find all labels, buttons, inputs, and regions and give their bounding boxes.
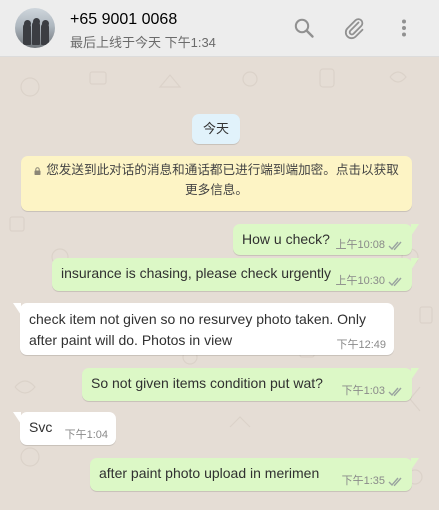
double-check-icon — [388, 241, 402, 250]
message-text: Svc — [29, 419, 53, 435]
message-text: after paint photo upload in merimen — [99, 465, 320, 481]
message-text-line: after paint will do. Photos in view — [29, 332, 233, 348]
message-text: How u check? — [242, 231, 330, 247]
message-meta: 上午10:30 — [335, 275, 404, 287]
search-icon[interactable] — [292, 16, 316, 40]
bubble-tail — [411, 458, 419, 470]
message-time: 下午1:04 — [64, 429, 108, 441]
message-time: 下午1:35 — [341, 475, 385, 487]
message-bubble-outgoing[interactable]: So not given items condition put wat? 下午… — [82, 368, 419, 401]
message-meta: 下午12:49 — [336, 339, 386, 351]
message-time: 上午10:30 — [335, 275, 385, 287]
avatar-figure — [41, 23, 49, 45]
message-text: check item not given so no resurvey phot… — [29, 309, 366, 351]
message-text: So not given items condition put wat? — [91, 375, 323, 391]
message-meta: 下午1:03 — [342, 385, 404, 397]
bubble-tail — [13, 303, 21, 315]
avatar-figure — [23, 23, 31, 45]
message-meta: 下午1:04 — [65, 429, 108, 441]
message-time: 下午12:49 — [336, 339, 386, 351]
double-check-icon — [388, 387, 402, 396]
menu-icon[interactable] — [392, 16, 416, 40]
bubble-tail — [13, 412, 21, 424]
double-check-icon — [388, 277, 402, 286]
message-bubble-outgoing[interactable]: How u check? 上午10:08 — [233, 224, 419, 255]
contact-avatar[interactable] — [15, 8, 55, 48]
avatar-figure — [32, 21, 40, 45]
bubble-tail — [411, 368, 419, 380]
message-bubble-outgoing[interactable]: after paint photo upload in merimen 下午1:… — [90, 458, 419, 491]
message-bubble-incoming[interactable]: Svc 下午1:04 — [13, 412, 116, 445]
message-text-line: check item not given so no resurvey phot… — [29, 311, 366, 327]
contact-name[interactable]: +65 9001 0068 — [70, 11, 177, 29]
chat-area[interactable]: 今天 您发送到此对话的消息和通话都已进行端到端加密。点击以获取更多信息。 How… — [0, 57, 439, 510]
message-time: 下午1:03 — [341, 385, 385, 397]
message-text: insurance is chasing, please check urgen… — [61, 265, 332, 281]
chat-header: +65 9001 0068 最后上线于今天 下午1:34 — [0, 0, 439, 57]
date-divider: 今天 — [192, 114, 240, 144]
message-meta: 上午10:08 — [335, 239, 404, 251]
encryption-notice-text: 您发送到此对话的消息和通话都已进行端到端加密。点击以获取更多信息。 — [46, 163, 399, 197]
attach-icon[interactable] — [342, 16, 366, 40]
lock-icon — [34, 167, 41, 175]
message-time: 上午10:08 — [335, 239, 385, 251]
last-seen-status: 最后上线于今天 下午1:34 — [70, 35, 216, 50]
bubble-tail — [411, 258, 419, 270]
bubble-tail — [411, 224, 419, 236]
double-check-icon — [388, 477, 402, 486]
message-meta: 下午1:35 — [342, 475, 404, 487]
message-bubble-outgoing[interactable]: insurance is chasing, please check urgen… — [52, 258, 419, 291]
encryption-notice[interactable]: 您发送到此对话的消息和通话都已进行端到端加密。点击以获取更多信息。 — [21, 156, 412, 211]
message-bubble-incoming[interactable]: check item not given so no resurvey phot… — [13, 303, 394, 355]
